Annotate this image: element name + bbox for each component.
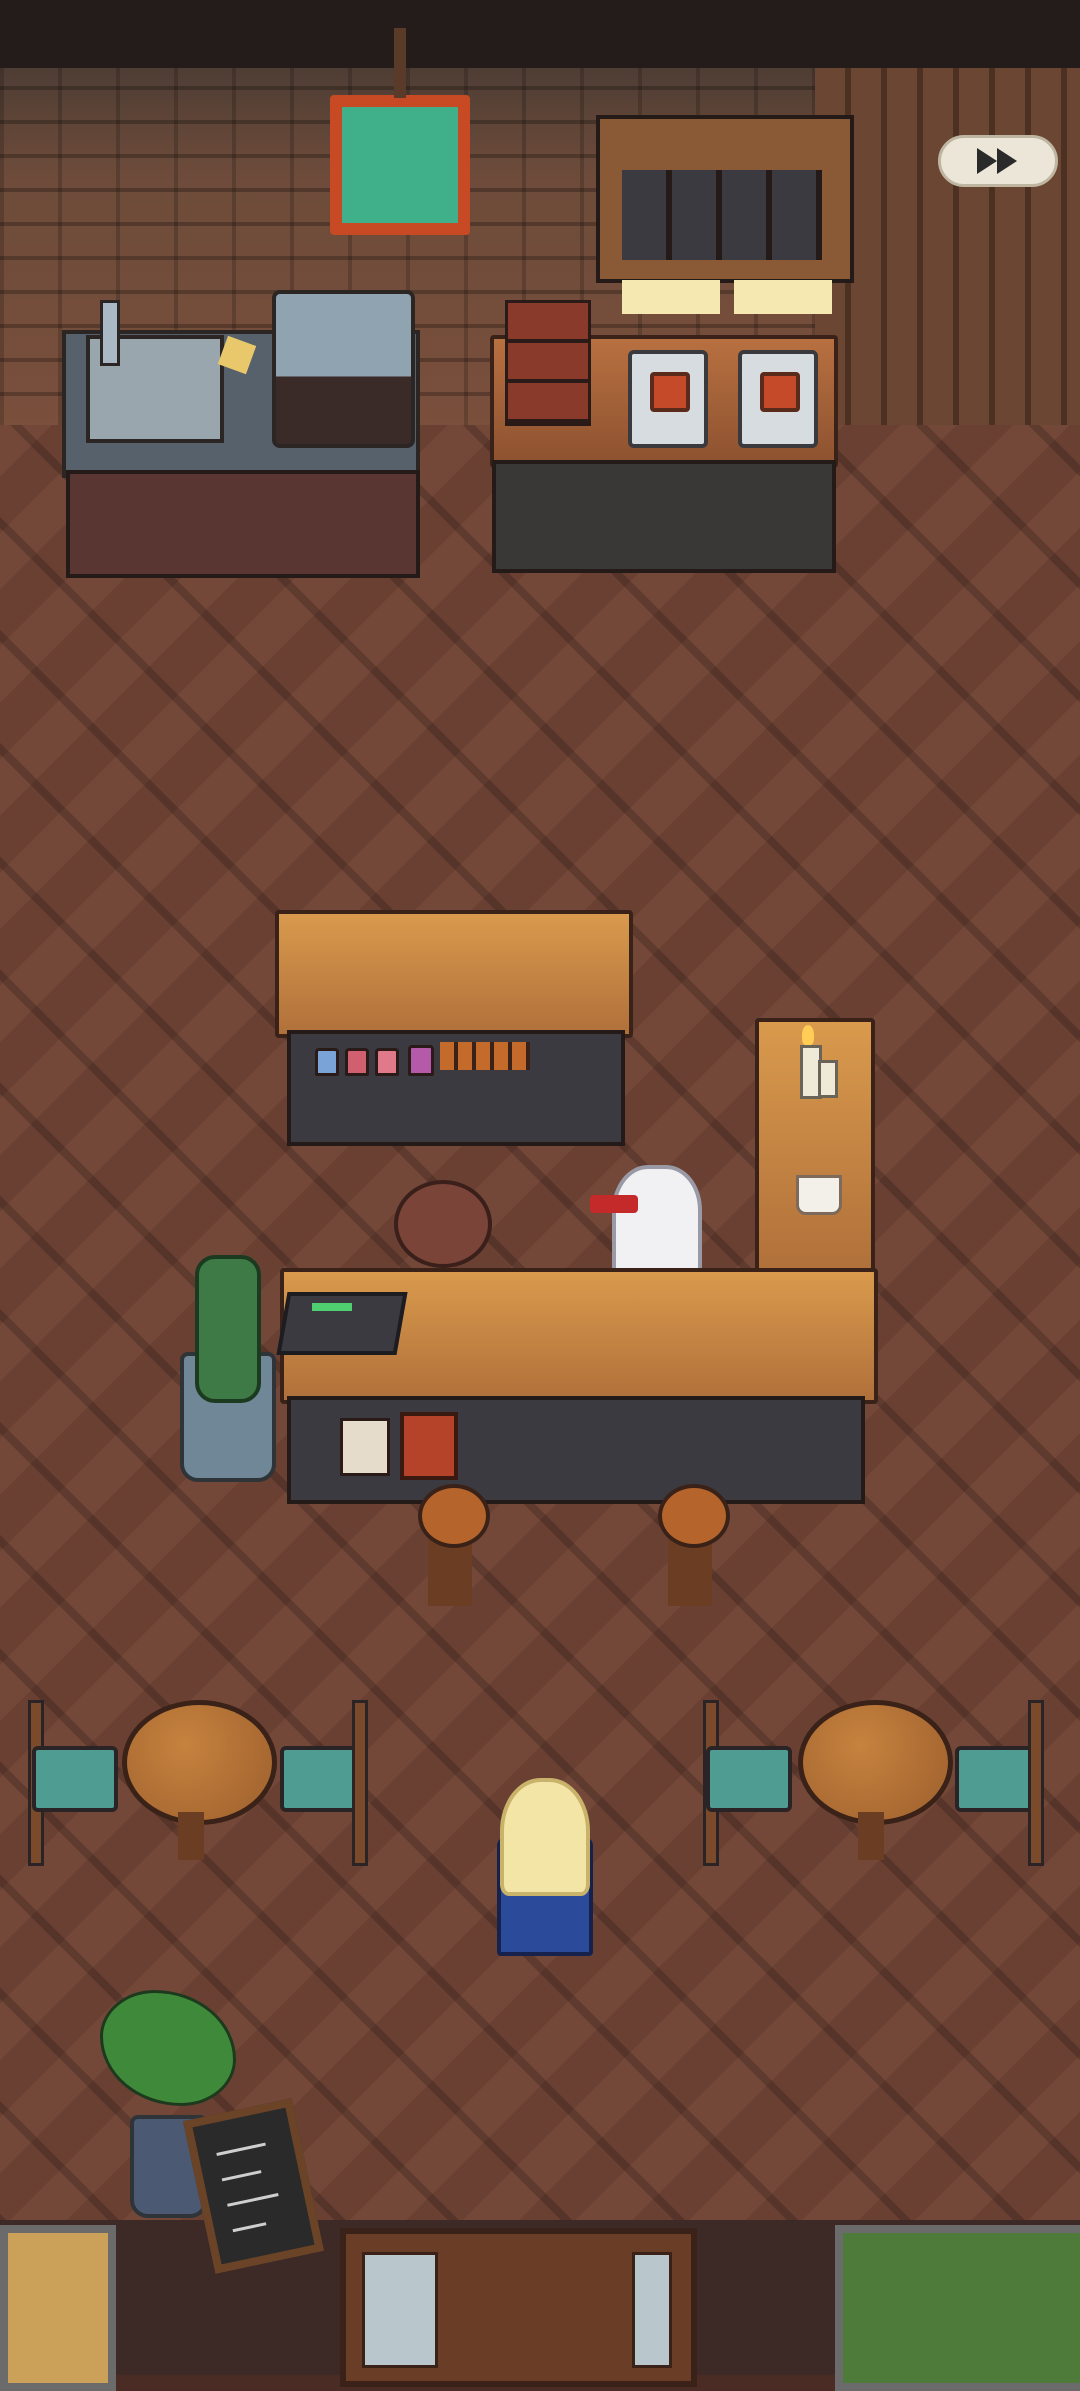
left-table-base <box>178 1812 204 1860</box>
door-window-left <box>362 2252 438 2368</box>
monitor-mount <box>394 28 406 98</box>
left-chair-2-back <box>352 1700 368 1866</box>
faucet <box>100 300 120 366</box>
wall-monitor[interactable] <box>330 95 470 235</box>
counter-notice <box>340 1418 390 1476</box>
monitor-screen <box>330 95 470 235</box>
sink-counter-front <box>66 470 420 578</box>
entrance-door[interactable] <box>340 2228 697 2387</box>
hanging-lights <box>622 280 832 314</box>
left-window <box>0 2225 116 2391</box>
npc-customer-head[interactable] <box>394 1180 492 1268</box>
ceiling-edge <box>0 0 1080 68</box>
register-screen <box>312 1303 352 1311</box>
fast-forward-icon <box>977 148 1017 174</box>
candle-short[interactable] <box>818 1060 838 1098</box>
bottle-blue[interactable] <box>315 1048 339 1076</box>
left-table[interactable] <box>122 1700 277 1825</box>
right-chair-2-back <box>1028 1700 1044 1866</box>
stove-right[interactable] <box>738 350 818 448</box>
cash-register[interactable] <box>276 1292 408 1355</box>
stool-right[interactable] <box>658 1484 730 1548</box>
recipe-books[interactable] <box>505 300 591 426</box>
game-scene[interactable] <box>0 0 1080 2391</box>
right-table[interactable] <box>798 1700 953 1825</box>
chalk-line <box>227 2193 279 2207</box>
display-fridge[interactable] <box>272 290 415 448</box>
npc-scarf <box>590 1195 638 1213</box>
spice-jars <box>440 1042 530 1070</box>
right-window <box>835 2225 1080 2391</box>
cabinet-glass-doors <box>622 170 822 260</box>
stove-left[interactable] <box>628 350 708 448</box>
right-table-base <box>858 1812 884 1860</box>
right-chair-1[interactable] <box>706 1746 792 1812</box>
chalk-line <box>232 2222 267 2233</box>
left-chair-1[interactable] <box>32 1746 118 1812</box>
bottle-violet[interactable] <box>408 1045 434 1076</box>
npc-barista[interactable] <box>612 1165 702 1278</box>
player-hair <box>500 1778 590 1896</box>
chalk-line <box>221 2170 262 2182</box>
cactus-plant[interactable] <box>195 1255 261 1403</box>
bottle-pink[interactable] <box>375 1048 399 1076</box>
coffee-cup[interactable] <box>796 1175 842 1215</box>
door-window-right <box>632 2252 672 2368</box>
skip-button[interactable] <box>938 135 1058 187</box>
stool-left[interactable] <box>418 1484 490 1548</box>
bottle-red[interactable] <box>345 1048 369 1076</box>
chalk-line <box>216 2142 266 2156</box>
stove-counter-front <box>492 460 836 573</box>
back-bar-top[interactable] <box>275 910 633 1038</box>
candle-flame-icon <box>802 1025 814 1045</box>
wood-plank-wall <box>815 68 1080 428</box>
counter-sign-emblem <box>400 1412 458 1480</box>
